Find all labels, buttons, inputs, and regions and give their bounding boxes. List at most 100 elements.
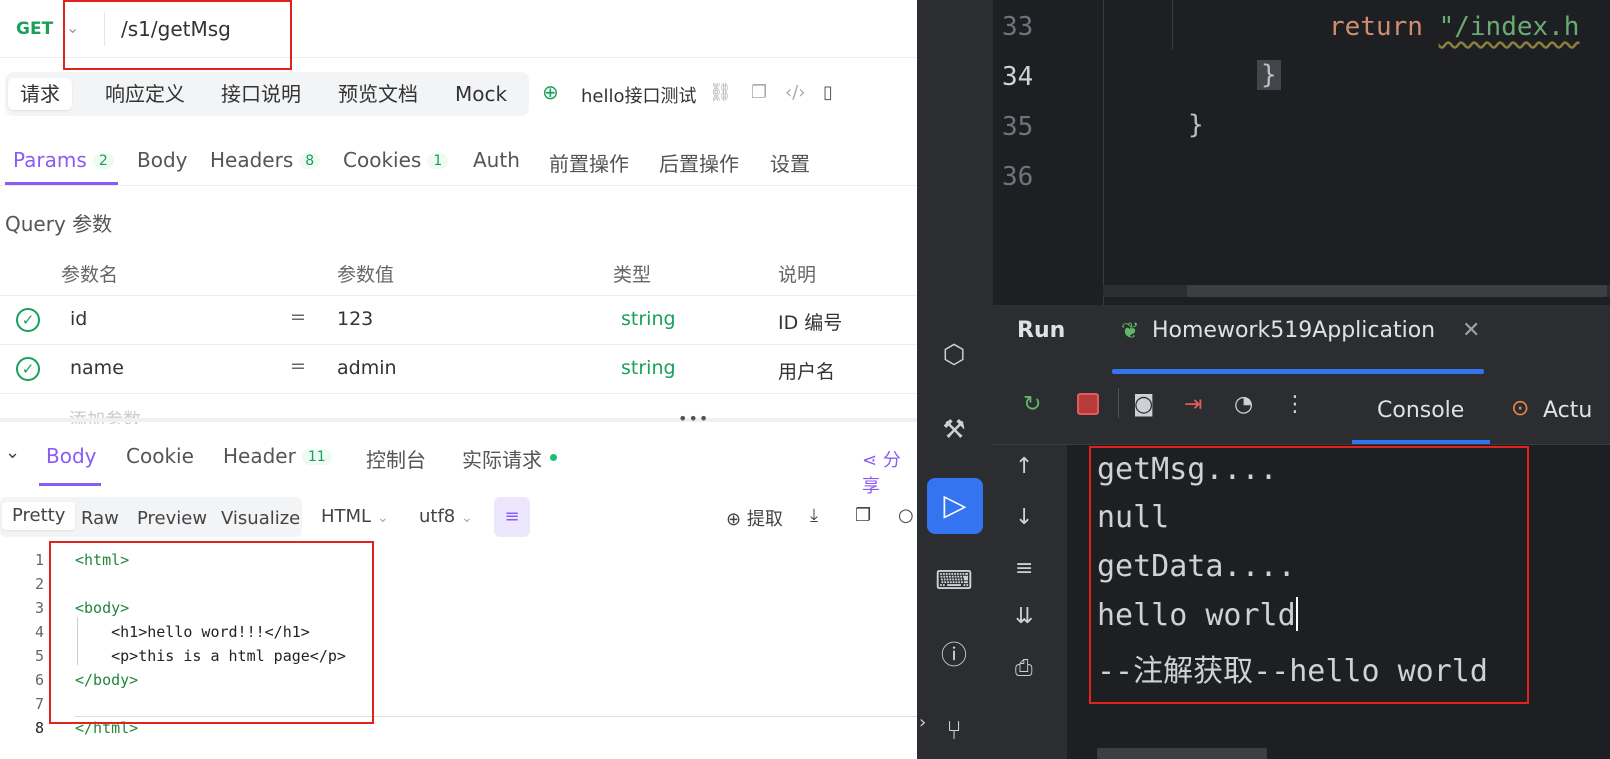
tab-cookies[interactable]: Cookies 1 [343,148,449,172]
tab-api-description[interactable]: 接口说明 [209,78,313,110]
run-config-tab[interactable]: Homework519Application [1152,318,1435,343]
problems-icon[interactable]: ⓘ [935,637,973,675]
terminal-icon[interactable]: ⌨ [935,562,973,600]
line-number: 1 [34,551,44,569]
tab-auth[interactable]: Auth [473,148,520,172]
rerun-icon[interactable]: ↻ [1023,392,1041,417]
copy-icon[interactable]: ❐ [855,505,871,526]
drag-handle-icon[interactable]: ••• [678,409,709,428]
param-desc[interactable]: ID 编号 [778,308,842,335]
equals-sign: = [290,355,306,377]
col-header-type: 类型 [613,264,652,286]
tab-mock[interactable]: Mock [443,78,519,110]
close-icon[interactable]: ✕ [1462,318,1480,343]
collapse-chevron-icon[interactable]: ⌄ [5,442,20,463]
col-header-value: 参数值 [337,264,395,286]
chevron-down-icon: ⌄ [461,510,473,526]
panel-resize-divider[interactable] [0,418,917,422]
tab-pre-operations[interactable]: 前置操作 [549,148,629,177]
stop-icon[interactable] [1077,393,1099,415]
response-tab-cookie[interactable]: Cookie [126,444,194,468]
encoding-select[interactable]: utf8 ⌄ [419,506,473,527]
code-line-34: } [1257,60,1281,90]
view-preview[interactable]: Preview [137,505,207,533]
services-icon[interactable]: ⬡ [935,336,973,374]
git-icon[interactable]: ⑂ [935,712,973,750]
col-header-desc: 说明 [778,264,817,286]
run-icon[interactable]: ▷ [927,478,983,534]
param-value[interactable]: admin [337,357,397,379]
arrow-up-icon[interactable]: ↑ [1015,454,1033,479]
format-select[interactable]: HTML ⌄ [321,506,389,527]
row-divider [0,393,917,394]
expand-chevron-icon[interactable]: › [919,712,926,733]
tab-preview-doc[interactable]: 预览文档 [326,78,430,110]
fold-gutter [1103,0,1104,305]
share-button[interactable]: ⋖ 分享 [862,446,917,498]
http-method-select[interactable]: GET [16,19,53,39]
print-icon[interactable]: ⎙ [1015,656,1033,681]
build-hammer-icon[interactable]: ⚒ [935,411,973,449]
view-visualize[interactable]: Visualize [221,505,300,533]
tab-params[interactable]: Params 2 [13,148,114,172]
checkbox-checked-icon[interactable]: ✓ [16,357,40,381]
copy-icon[interactable]: ❐ [751,82,767,103]
response-tab-body[interactable]: Body [46,444,97,468]
console-side-toolbar [992,445,1067,759]
line-number: 2 [34,575,44,593]
download-icon[interactable]: ⤓ [810,505,818,526]
console-horizontal-scrollbar[interactable] [1097,748,1267,759]
tab-response-definition[interactable]: 响应定义 [93,78,197,110]
scroll-to-end-icon[interactable]: ⇊ [1015,604,1033,629]
ide-panel: ⬡ ⚒ ▷ ⌨ ⓘ ⑂ 33 34 35 36 return "/index.h… [917,0,1610,759]
tab-body[interactable]: Body [137,148,188,172]
upload-circle-icon: ⊕ [726,509,742,530]
tool-window-strip: ⬡ ⚒ ▷ ⌨ ⓘ ⑂ [917,0,992,759]
sidebar-toggle-icon[interactable]: ▯ [823,82,833,103]
active-response-tab-indicator [39,483,101,486]
api-name[interactable]: hello接口测试 [581,82,697,108]
tab-actuator[interactable]: Actu [1543,398,1592,423]
response-tab-actual-request[interactable]: 实际请求 [462,444,557,473]
indent-guide [1172,0,1173,50]
response-tab-header[interactable]: Header 11 [223,444,332,468]
line-number: 33 [1002,12,1034,42]
highlight-box-url [63,0,292,70]
param-desc[interactable]: 用户名 [778,357,835,384]
link-icon[interactable]: ⛓ [709,82,732,103]
param-name[interactable]: id [70,308,87,330]
camera-icon[interactable]: ◙ [1133,392,1154,417]
param-type[interactable]: string [621,357,676,379]
query-section-title: Query 参数 [5,212,113,236]
response-tab-console[interactable]: 控制台 [366,444,426,473]
gauge-icon[interactable]: ◔ [1234,392,1253,417]
line-number: 3 [34,599,44,617]
more-vertical-icon[interactable]: ⋮ [1284,392,1306,417]
editor-horizontal-scrollbar[interactable] [1187,285,1607,297]
param-name[interactable]: name [70,357,124,379]
view-raw[interactable]: Raw [81,505,119,533]
tab-request[interactable]: 请求 [8,78,72,110]
tab-post-operations[interactable]: 后置操作 [659,148,739,177]
tab-headers[interactable]: Headers 8 [210,148,321,172]
actuator-icon: ⊙ [1511,396,1530,421]
param-value[interactable]: 123 [337,308,373,330]
param-type[interactable]: string [621,308,676,330]
extract-button[interactable]: ⊕ 提取 [726,505,783,531]
soft-wrap-icon[interactable]: ≡ [1015,556,1033,581]
tab-settings[interactable]: 设置 [770,148,810,177]
checkbox-checked-icon[interactable]: ✓ [16,308,40,332]
line-number: 7 [34,695,44,713]
word-wrap-button[interactable]: ≡ [494,497,530,537]
code-icon[interactable]: ‹/› [785,82,805,103]
chevron-down-icon: ⌄ [376,510,389,526]
share-icon: ⋖ [862,450,878,471]
exit-icon[interactable]: ⇥ [1184,392,1202,417]
tab-console[interactable]: Console [1377,398,1464,423]
arrow-down-icon[interactable]: ↓ [1015,505,1033,530]
view-pretty[interactable]: Pretty [2,502,76,530]
line-number: 8 [34,719,44,737]
globe-icon[interactable]: ⊕ [542,80,559,104]
search-icon[interactable]: ○ [898,505,914,526]
status-dot [550,454,557,461]
